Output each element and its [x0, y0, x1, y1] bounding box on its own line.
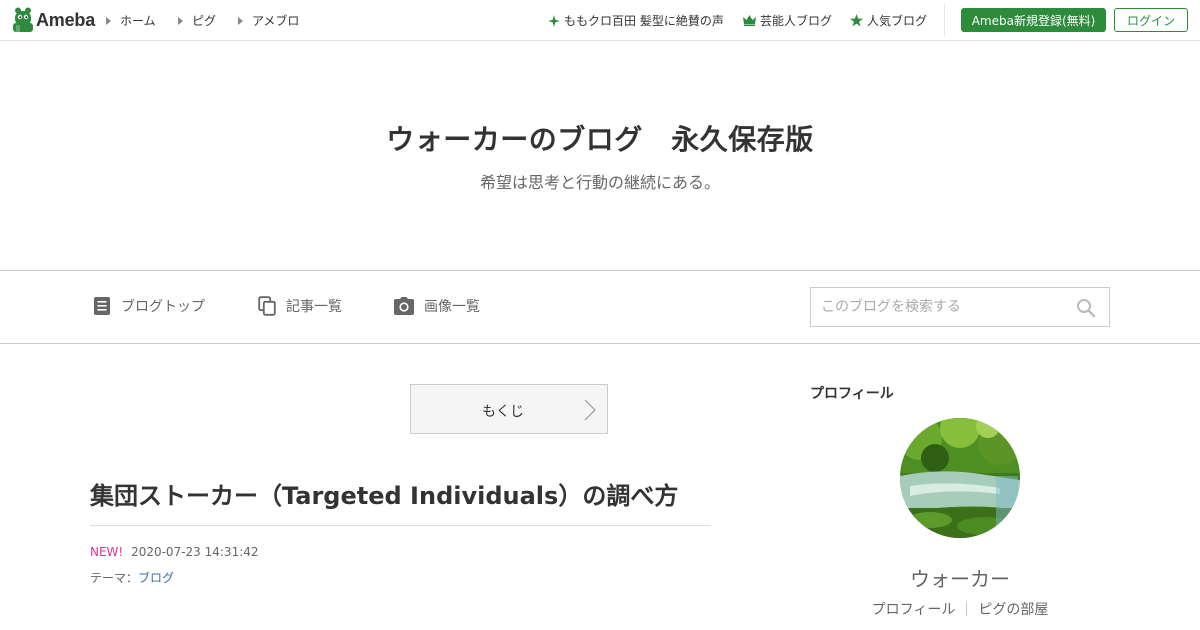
- register-button[interactable]: Ameba新規登録(無料): [961, 8, 1106, 32]
- nav-entry-list[interactable]: 記事一覧: [258, 296, 342, 316]
- article-timestamp: 2020-07-23 14:31:42: [131, 545, 259, 559]
- divider: [944, 4, 945, 36]
- nav-image-list-label: 画像一覧: [424, 299, 480, 315]
- profile-link[interactable]: プロフィール: [872, 599, 956, 619]
- star-icon: [850, 14, 863, 27]
- article-theme: テーマ：ブログ: [90, 569, 174, 586]
- nav-entry-list-label: 記事一覧: [286, 299, 342, 315]
- copy-icon: [258, 296, 276, 316]
- camera-icon: [394, 297, 414, 315]
- search-input[interactable]: [821, 288, 1071, 326]
- nav-home-label: ホーム: [120, 14, 156, 28]
- blog-description: 希望は思考と行動の継続にある。: [479, 173, 720, 192]
- promo-popular-label: 人気ブログ: [867, 14, 928, 28]
- nav-pigg-label: ピグ: [192, 14, 217, 28]
- triangle-right-icon: [106, 16, 111, 25]
- blog-title[interactable]: ウォーカーのブログ 永久保存版: [0, 118, 1200, 158]
- avatar[interactable]: [900, 418, 1020, 538]
- theme-link[interactable]: ブログ: [138, 571, 174, 585]
- promo-link-popular[interactable]: 人気ブログ: [850, 12, 927, 29]
- chevron-right-icon: [584, 399, 596, 421]
- pigg-room-link[interactable]: ピグの部屋: [978, 599, 1048, 619]
- title-divider: [90, 525, 711, 526]
- promo-link-celebrity[interactable]: 芸能人ブログ: [743, 12, 832, 29]
- theme-prefix: テーマ：: [90, 571, 139, 585]
- ameba-logo[interactable]: Ameba: [12, 7, 95, 33]
- crown-icon: [743, 15, 756, 26]
- nav-blog-top[interactable]: ブログトップ: [93, 296, 205, 316]
- profile-links: プロフィール ピグの部屋: [810, 599, 1110, 619]
- promo-celebrity-label: 芸能人ブログ: [760, 14, 833, 28]
- triangle-right-icon: [238, 16, 243, 25]
- link-separator: [966, 602, 968, 616]
- document-icon: [94, 297, 110, 315]
- triangle-right-icon: [178, 16, 183, 25]
- nav-blog-top-label: ブログトップ: [121, 299, 205, 315]
- nav-home[interactable]: ホーム: [106, 12, 156, 29]
- promo-news-label: ももクロ百田 髪型に絶賛の声: [564, 14, 724, 28]
- nav-ameblo[interactable]: アメブロ: [238, 12, 299, 29]
- sparkle-icon: [548, 14, 560, 27]
- nav-pigg[interactable]: ピグ: [178, 12, 216, 29]
- toc-label: もくじ: [482, 404, 524, 420]
- top-bar: Ameba ホーム ピグ アメブロ ももクロ百田 髪型に絶賛の声 芸能人ブログ …: [0, 0, 1200, 41]
- search-icon[interactable]: [1076, 298, 1096, 318]
- blog-search: [810, 287, 1110, 327]
- ameba-logo-text: Ameba: [36, 9, 96, 30]
- nav-ameblo-label: アメブロ: [252, 14, 300, 28]
- profile-name[interactable]: ウォーカー: [810, 563, 1110, 592]
- blog-navigation: ブログトップ 記事一覧 画像一覧: [0, 270, 1200, 344]
- article-meta: NEW! 2020-07-23 14:31:42: [90, 545, 259, 559]
- avatar-image: [900, 418, 1020, 538]
- login-button[interactable]: ログイン: [1114, 8, 1188, 32]
- table-of-contents-button[interactable]: もくじ: [410, 384, 608, 434]
- promo-link-news[interactable]: ももクロ百田 髪型に絶賛の声: [548, 12, 724, 29]
- article-title[interactable]: 集団ストーカー（Targeted Individuals）の調べ方: [90, 476, 710, 511]
- new-badge: NEW!: [90, 545, 124, 559]
- nav-image-list[interactable]: 画像一覧: [394, 296, 480, 316]
- ameba-mascot-icon: [13, 7, 33, 32]
- profile-heading: プロフィール: [810, 386, 894, 402]
